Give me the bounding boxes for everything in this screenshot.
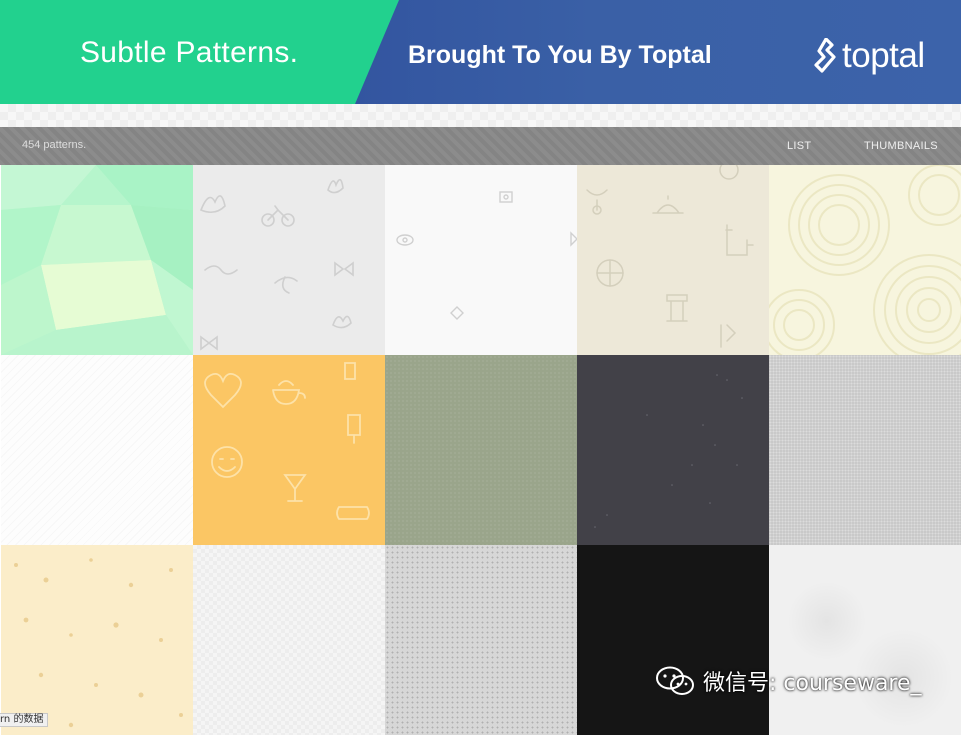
doodle-pattern-graphic bbox=[586, 165, 754, 348]
list-view-link[interactable]: LIST bbox=[787, 140, 811, 152]
pattern-tile[interactable] bbox=[385, 165, 577, 355]
toptal-logo[interactable]: toptal bbox=[814, 36, 925, 76]
pattern-tile[interactable] bbox=[385, 545, 577, 735]
wechat-icon bbox=[656, 666, 694, 695]
pattern-tile[interactable] bbox=[769, 165, 961, 355]
pattern-tile[interactable] bbox=[1, 355, 193, 545]
watermark-text: 微信号: courseware_ bbox=[703, 671, 922, 696]
pattern-tile[interactable] bbox=[193, 165, 385, 355]
doodle-pattern-graphic bbox=[204, 362, 370, 520]
pattern-tile[interactable] bbox=[577, 355, 769, 545]
swirl-pattern-graphic bbox=[769, 165, 961, 355]
toptal-logo-icon bbox=[814, 38, 836, 73]
header-separator bbox=[0, 104, 961, 127]
polygon-pattern-graphic bbox=[1, 165, 193, 355]
symbols-pattern-graphic bbox=[396, 191, 577, 320]
pattern-count: 454 patterns. bbox=[22, 139, 87, 151]
speckle-pattern-graphic bbox=[594, 374, 743, 528]
logo-text: toptal bbox=[842, 36, 925, 75]
pattern-tile[interactable] bbox=[1, 545, 193, 735]
pattern-tile[interactable] bbox=[193, 545, 385, 735]
banner-tagline[interactable]: Brought To You By Toptal bbox=[408, 41, 712, 70]
pattern-grid bbox=[1, 165, 961, 735]
pattern-tile[interactable] bbox=[193, 355, 385, 545]
toptal-banner[interactable]: Subtle Patterns. Brought To You By Topta… bbox=[0, 0, 961, 104]
pattern-tile[interactable] bbox=[769, 545, 961, 735]
speckle-pattern-graphic bbox=[14, 558, 183, 728]
pattern-tile[interactable] bbox=[385, 355, 577, 545]
doodle-pattern-graphic bbox=[199, 178, 354, 351]
pattern-tile[interactable] bbox=[1, 165, 193, 355]
pattern-tile[interactable] bbox=[577, 165, 769, 355]
site-title[interactable]: Subtle Patterns. bbox=[80, 36, 298, 70]
thumbnails-view-link[interactable]: THUMBNAILS bbox=[864, 140, 938, 152]
pattern-tile[interactable] bbox=[769, 355, 961, 545]
wechat-watermark: 微信号: courseware_ bbox=[655, 663, 922, 699]
pattern-tile[interactable] bbox=[577, 545, 769, 735]
pattern-toolbar: 454 patterns. LIST THUMBNAILS bbox=[0, 127, 961, 165]
